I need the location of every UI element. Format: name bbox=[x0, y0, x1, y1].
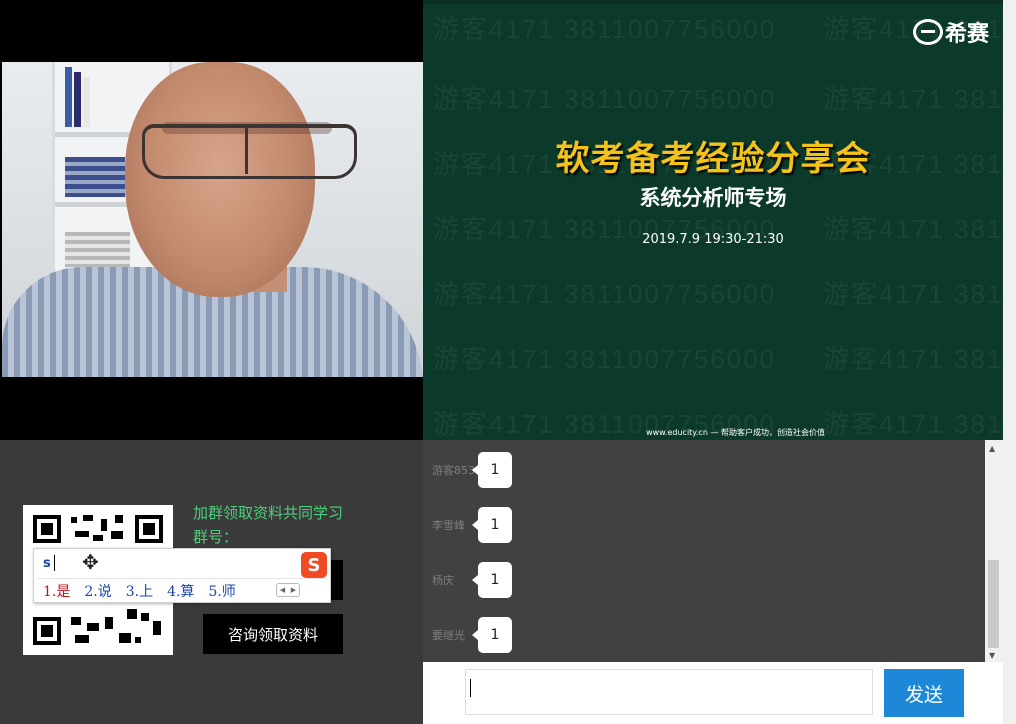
presenter-glasses bbox=[142, 124, 357, 179]
brand-logo: 希赛 bbox=[912, 16, 989, 48]
presenter-head bbox=[125, 62, 315, 297]
chat-username: 杨庆 bbox=[432, 574, 454, 587]
scroll-up-icon[interactable]: ▲ bbox=[989, 444, 995, 453]
live-class-window: 游客4171 3811007756000 游客4171 381100775600… bbox=[0, 0, 1016, 724]
ime-typed-text: s bbox=[43, 556, 51, 571]
watermark: 游客4171 3811007756000 bbox=[433, 344, 777, 374]
window-scrollbar[interactable] bbox=[1003, 0, 1016, 724]
ime-candidate[interactable]: 5.师 bbox=[208, 581, 235, 601]
group-number-label: 群号： bbox=[193, 528, 239, 546]
chat-username: 游客8535 bbox=[432, 464, 476, 477]
ime-caret bbox=[54, 555, 55, 571]
presentation-slide: 游客4171 3811007756000 游客4171 381100775600… bbox=[423, 0, 1003, 440]
ime-candidate-popup: s ✥ S 1.是 2.说 3.上 4.算 5.师 ◀ ▶ bbox=[33, 548, 331, 603]
watermark: 游客4171 3811007756000 bbox=[823, 409, 1003, 439]
watermark: 游客4171 3811007756000 bbox=[433, 279, 777, 309]
chat-bubble: 1 bbox=[472, 452, 512, 488]
ime-candidate[interactable]: 2.说 bbox=[84, 581, 111, 601]
message-input[interactable] bbox=[465, 669, 873, 715]
slide-title: 软考备考经验分享会 bbox=[555, 139, 871, 179]
move-cursor-icon: ✥ bbox=[82, 550, 99, 574]
chat-username: 要继光 bbox=[432, 629, 465, 642]
chat-scrollbar[interactable]: ▲ ▼ bbox=[985, 440, 1003, 662]
chat-message: 要继光 1 bbox=[432, 617, 512, 653]
watermark: 游客4171 3811007756000 bbox=[823, 344, 1003, 374]
slide-date: 2019.7.9 19:30-21:30 bbox=[642, 232, 784, 247]
brand-name: 希赛 bbox=[944, 22, 989, 47]
video-panel bbox=[0, 0, 423, 440]
chat-bubble: 1 bbox=[472, 562, 512, 598]
chat-scroll-thumb[interactable] bbox=[988, 560, 999, 648]
ime-candidate[interactable]: 4.算 bbox=[167, 581, 194, 601]
chat-message: 李雪峰 1 bbox=[432, 507, 512, 543]
message-input-bar: 发送 bbox=[423, 662, 1003, 724]
watermark: 游客4171 3811007756000 bbox=[433, 14, 777, 44]
slide-footer: www.educity.cn — 帮助客户成功，创造社会价值 bbox=[646, 428, 825, 437]
webcam-feed bbox=[2, 62, 423, 377]
chat-username: 李雪峰 bbox=[432, 519, 465, 532]
slide-subtitle: 系统分析师专场 bbox=[639, 186, 787, 210]
chat-message: 杨庆 1 bbox=[432, 562, 512, 598]
watermark: 游客4171 3811007756000 bbox=[823, 279, 1003, 309]
text-caret bbox=[470, 679, 471, 697]
watermark: 游客4171 3811007756000 bbox=[823, 84, 1003, 114]
ime-candidate-list: 1.是 2.说 3.上 4.算 5.师 bbox=[43, 581, 236, 601]
consult-materials-button[interactable]: 咨询领取资料 bbox=[203, 614, 343, 654]
send-button[interactable]: 发送 bbox=[884, 669, 964, 717]
chat-list: 游客8535 1 李雪峰 1 杨庆 1 要继光 1 bbox=[423, 440, 1003, 662]
chat-message: 游客8535 1 bbox=[432, 452, 512, 488]
ime-candidate[interactable]: 1.是 bbox=[43, 581, 70, 601]
chat-bubble: 1 bbox=[472, 507, 512, 543]
ime-logo-icon: S bbox=[301, 552, 327, 578]
watermark: 游客4171 3811007756000 bbox=[433, 84, 777, 114]
logo-mark-icon bbox=[912, 19, 943, 45]
scroll-down-icon[interactable]: ▼ bbox=[989, 651, 995, 660]
ime-prev-page-icon[interactable]: ◀ bbox=[277, 584, 288, 596]
promo-headline: 加群领取资料共同学习 bbox=[193, 504, 344, 522]
ime-page-controls: ◀ ▶ bbox=[276, 583, 300, 597]
chat-bubble: 1 bbox=[472, 617, 512, 653]
ime-candidate[interactable]: 3.上 bbox=[126, 581, 153, 601]
ime-next-page-icon[interactable]: ▶ bbox=[288, 584, 299, 596]
